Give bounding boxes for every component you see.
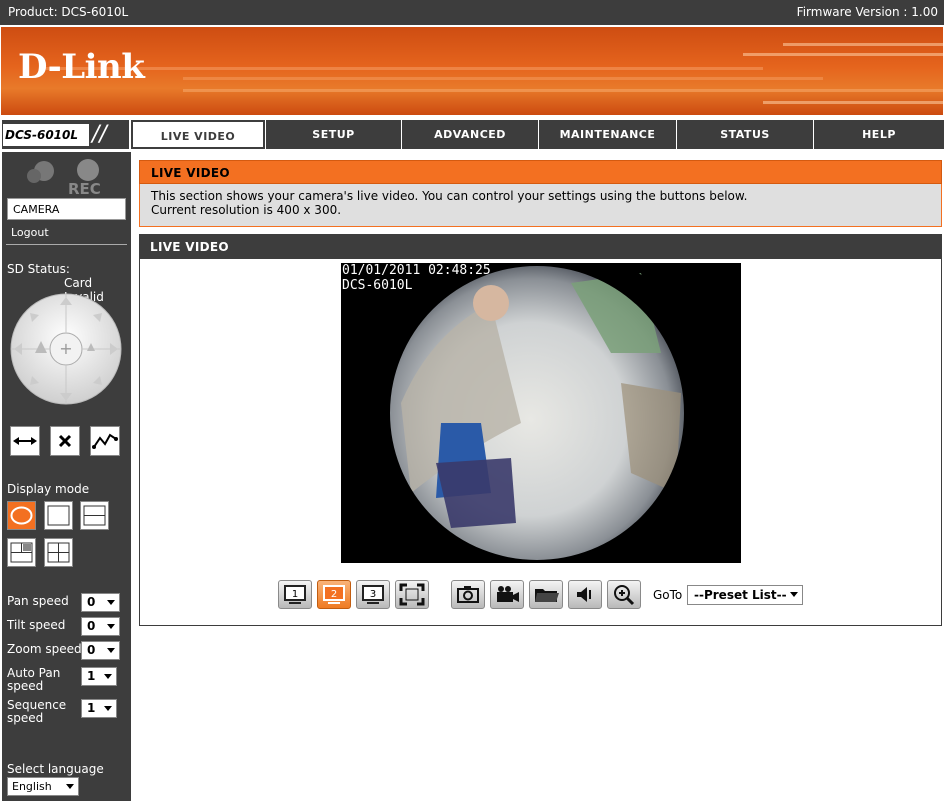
sd-status-label: SD Status:	[7, 262, 70, 276]
dlink-logo[interactable]: D-Link	[18, 47, 145, 87]
folder-icon	[535, 589, 559, 602]
auto-pan-speed-label: Auto Pan speed	[7, 666, 61, 693]
tab-advanced[interactable]: ADVANCED	[402, 120, 538, 149]
ptz-control-pad[interactable]: +	[10, 293, 122, 405]
tab-live-video[interactable]: LIVE VIDEO	[131, 120, 265, 149]
sidebar-divider	[6, 244, 127, 245]
tab-help[interactable]: HELP	[814, 120, 944, 149]
fullscreen-icon	[399, 583, 425, 606]
sequence-speed-label: Sequence speed	[7, 698, 67, 725]
video-camera-icon	[497, 586, 519, 602]
main-nav: DCS-6010L // LIVE VIDEO SETUP ADVANCED M…	[0, 116, 944, 150]
svg-text:2: 2	[331, 589, 337, 600]
speaker-icon	[577, 587, 591, 602]
sidebar-item-camera[interactable]: CAMERA	[7, 198, 126, 220]
auto-pan-button[interactable]	[10, 426, 40, 456]
video-viewport[interactable]: 01/01/2011 02:48:25 DCS-6010L	[341, 263, 741, 563]
preset-list-select[interactable]: --Preset List--	[687, 585, 803, 605]
info-text-line1: This section shows your camera's live vi…	[151, 189, 748, 203]
audio-button[interactable]	[568, 580, 602, 609]
auto-pan-speed-select[interactable]: 1	[81, 667, 117, 686]
goto-label: GoTo	[653, 588, 683, 602]
brand-banner: D-Link	[1, 27, 943, 115]
fisheye-video-frame	[341, 263, 741, 563]
picture-in-picture-icon	[10, 542, 33, 563]
single-view-icon	[47, 505, 70, 526]
pan-speed-select[interactable]: 0	[81, 593, 120, 612]
display-mode-split-horizontal[interactable]	[80, 501, 109, 530]
stop-button[interactable]	[50, 426, 80, 456]
svg-text:REC: REC	[68, 180, 101, 196]
svg-text:1: 1	[292, 589, 298, 600]
display-mode-label: Display mode	[7, 482, 90, 496]
circle-icon	[10, 506, 33, 525]
tab-setup[interactable]: SETUP	[266, 120, 401, 149]
zoom-in-icon	[614, 585, 635, 606]
stream-2-button[interactable]: 2	[317, 580, 351, 609]
tilt-speed-label: Tilt speed	[7, 618, 66, 632]
language-label: Select language	[7, 762, 104, 776]
display-mode-fisheye[interactable]	[7, 501, 36, 530]
stream-1-button[interactable]: 1	[278, 580, 312, 609]
sidebar: REC CAMERA Logout SD Status: Card Invali…	[2, 152, 131, 801]
svg-text:+: +	[59, 339, 72, 358]
tab-maintenance[interactable]: MAINTENANCE	[539, 120, 676, 149]
record-button[interactable]	[490, 580, 524, 609]
rec-indicator: REC	[22, 156, 122, 198]
zoom-button[interactable]	[607, 580, 641, 609]
pan-speed-label: Pan speed	[7, 594, 69, 608]
logout-link[interactable]: Logout	[11, 226, 49, 239]
language-select[interactable]: English	[7, 777, 79, 796]
model-box: DCS-6010L //	[2, 120, 129, 149]
snapshot-button[interactable]	[451, 580, 485, 609]
product-label: Product: DCS-6010L	[8, 5, 129, 19]
horizontal-arrows-icon	[13, 437, 37, 445]
display-mode-pip[interactable]	[7, 538, 36, 567]
display-mode-single[interactable]	[44, 501, 73, 530]
zoom-speed-select[interactable]: 0	[81, 641, 120, 660]
osd-camera-name: DCS-6010L	[342, 278, 413, 293]
quad-view-icon	[47, 542, 70, 563]
section-info-body: This section shows your camera's live vi…	[139, 184, 942, 227]
section-header-video: LIVE VIDEO	[139, 234, 942, 259]
model-label: DCS-6010L	[3, 124, 89, 146]
firmware-label: Firmware Version : 1.00	[796, 5, 938, 19]
camera-icon	[457, 586, 479, 603]
zoom-speed-label: Zoom speed	[7, 642, 82, 656]
tilt-speed-select[interactable]: 0	[81, 617, 120, 636]
resolution-text: Current resolution is 400 x 300.	[151, 203, 342, 217]
top-bar: Product: DCS-6010L Firmware Version : 1.…	[0, 0, 944, 26]
section-header-info: LIVE VIDEO	[139, 160, 942, 184]
live-video-panel: 01/01/2011 02:48:25 DCS-6010L 1 2 3 GoTo…	[139, 259, 942, 626]
sequence-speed-select[interactable]: 1	[81, 699, 117, 718]
stream-3-button[interactable]: 3	[356, 580, 390, 609]
sequence-button[interactable]	[90, 426, 120, 456]
display-mode-quad[interactable]	[44, 538, 73, 567]
path-icon	[92, 433, 118, 449]
tab-status[interactable]: STATUS	[677, 120, 813, 149]
svg-text:3: 3	[370, 589, 376, 600]
osd-datetime: 01/01/2011 02:48:25	[342, 263, 491, 278]
fullscreen-button[interactable]	[395, 580, 429, 609]
close-icon	[58, 434, 72, 448]
slash-decoration: //	[92, 122, 107, 147]
split-horizontal-icon	[83, 505, 106, 526]
storage-folder-button[interactable]	[529, 580, 563, 609]
